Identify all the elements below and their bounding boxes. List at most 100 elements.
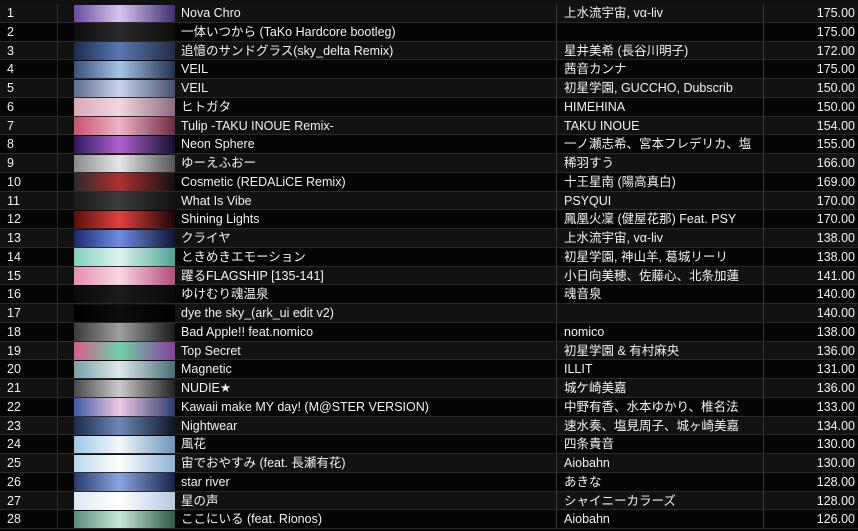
track-number: 17 — [0, 304, 58, 322]
track-bpm: 141.00 — [816, 268, 855, 283]
table-row[interactable]: 22 Kawaii make MY day! (M@STER VERSION) 中野… — [0, 397, 858, 417]
album-art-image — [74, 229, 175, 247]
table-row[interactable]: 5 VEIL 初星学園, GUCCHO, Dubscrib 150.00 — [0, 79, 858, 98]
table-row[interactable]: 11 What Is Vibe PSYQUI 170.00 — [0, 191, 858, 211]
track-number: 25 — [0, 454, 58, 472]
track-title: Tulip -TAKU INOUE Remix- — [181, 118, 334, 133]
track-number: 6 — [0, 97, 58, 116]
album-art-image — [74, 192, 175, 210]
table-row[interactable]: 9 ゆーえふおー 稀羽すう 166.00 — [0, 154, 858, 173]
track-bpm: 133.00 — [816, 399, 855, 414]
track-bpm: 126.00 — [816, 512, 855, 527]
track-title: VEIL — [181, 62, 209, 77]
track-bpm: 175.00 — [816, 6, 855, 20]
track-bpm: 138.00 — [816, 324, 855, 339]
table-row[interactable]: 28 ここにいる (feat. Rionos) Aiobahn 126.00 — [0, 510, 858, 529]
table-row[interactable]: 18 Bad Apple!! feat.nomico nomico 138.00 — [0, 322, 858, 342]
album-art-thumbnail — [74, 23, 175, 41]
track-number: 9 — [0, 154, 58, 172]
album-art-thumbnail — [74, 4, 175, 22]
table-row[interactable]: 27 星の声 シャイニーカラーズ 128.00 — [0, 491, 858, 511]
track-number: 15 — [0, 266, 58, 285]
track-title: Cosmetic (REDALiCE Remix) — [181, 174, 346, 189]
track-title: ときめきエモーション — [181, 249, 306, 264]
table-row[interactable]: 2 一体いつから (TaKo Hardcore bootleg) 175.00 — [0, 22, 858, 42]
table-row[interactable]: 16 ゆけむり魂温泉 魂音泉 140.00 — [0, 285, 858, 304]
track-title: Shining Lights — [181, 212, 260, 227]
track-artist: ILLIT — [564, 362, 593, 377]
column-divider — [556, 416, 557, 435]
track-bpm: 138.00 — [816, 231, 855, 245]
table-row[interactable]: 19 Top Secret 初星学園 & 有村麻央 136.00 — [0, 341, 858, 361]
album-art-image — [74, 379, 175, 397]
column-divider — [556, 397, 557, 416]
track-title: Nova Chro — [181, 6, 241, 20]
track-bpm: 169.00 — [816, 174, 855, 189]
track-bpm: 138.00 — [816, 249, 855, 264]
album-art-thumbnail — [74, 98, 175, 116]
track-artist: TAKU INOUE — [564, 118, 640, 133]
track-artist: 速水奏、塩見周子、城ヶ崎美嘉 — [564, 418, 740, 433]
track-artist: 星井美希 (長谷川明子) — [564, 43, 689, 58]
table-row[interactable]: 6 ヒトガタ HIMEHINA 150.00 — [0, 97, 858, 117]
table-row[interactable]: 8 Neon Sphere 一ノ瀬志希、宮本フレデリカ、塩 155.00 — [0, 135, 858, 154]
table-row[interactable]: 26 star river あきな 128.00 — [0, 472, 858, 492]
album-art-thumbnail — [74, 60, 175, 79]
album-art-image — [74, 79, 175, 97]
album-art-thumbnail — [74, 229, 175, 247]
track-number: 13 — [0, 229, 58, 247]
album-art-image — [74, 304, 175, 322]
table-row[interactable]: 3 追憶のサンドグラス(sky_delta Remix) 星井美希 (長谷川明子) 1… — [0, 41, 858, 61]
track-bpm: 130.00 — [816, 437, 855, 452]
column-divider — [556, 191, 557, 210]
album-art-image — [74, 98, 175, 116]
album-art-thumbnail — [74, 510, 175, 529]
table-row[interactable]: 21 NUDIE★ 城ケ崎美嘉 136.00 — [0, 379, 858, 398]
track-artist: シャイニーカラーズ — [564, 493, 676, 508]
column-divider — [556, 304, 557, 322]
album-art-image — [74, 42, 175, 60]
track-number: 1 — [0, 4, 58, 22]
table-row[interactable]: 4 VEIL 茜音カンナ 175.00 — [0, 60, 858, 79]
track-artist: Aiobahn — [564, 456, 610, 470]
column-divider — [556, 4, 557, 22]
album-art-image — [74, 398, 175, 416]
table-row[interactable]: 13 クライヤ 上水流宇宙, vα-liv 138.00 — [0, 229, 858, 248]
album-art-thumbnail — [74, 154, 175, 172]
track-number: 26 — [0, 472, 58, 491]
album-art-image — [74, 435, 175, 454]
album-art-thumbnail — [74, 473, 175, 491]
table-row[interactable]: 17 dye the sky_(ark_ui edit v2) 140.00 — [0, 304, 858, 323]
column-divider — [556, 266, 557, 285]
track-title: What Is Vibe — [181, 193, 252, 208]
track-title: 風花 — [181, 437, 207, 452]
table-row[interactable]: 23 Nightwear 速水奏、塩見周子、城ヶ崎美嘉 134.00 — [0, 416, 858, 436]
track-artist: 稀羽すう — [564, 156, 615, 170]
table-row[interactable]: 12 Shining Lights 鳳凰火凜 (健屋花那) Feat. PSY 170… — [0, 210, 858, 229]
album-art-thumbnail — [74, 435, 175, 454]
table-row[interactable]: 14 ときめきエモーション 初星学園, 神山羊, 葛城リーリ 138.00 — [0, 247, 858, 267]
table-row[interactable]: 25 宙でおやすみ (feat. 長瀬有花) Aiobahn 130.00 — [0, 454, 858, 473]
track-table: 1 Nova Chro 上水流宇宙, vα-liv 175.00 2 一体いつから (Ta… — [0, 0, 858, 531]
table-row[interactable]: 20 Magnetic ILLIT 131.00 — [0, 360, 858, 379]
album-art-thumbnail — [74, 192, 175, 210]
column-divider — [556, 79, 557, 97]
table-row[interactable]: 24 風花 四条貴音 130.00 — [0, 435, 858, 454]
album-art-image — [74, 473, 175, 491]
track-number: 19 — [0, 341, 58, 360]
column-divider — [556, 491, 557, 510]
album-art-image — [74, 154, 175, 172]
table-row[interactable]: 10 Cosmetic (REDALiCE Remix) 十王星南 (陽高真白) 16… — [0, 172, 858, 192]
column-divider — [556, 154, 557, 172]
album-art-image — [74, 510, 175, 529]
album-art-image — [74, 135, 175, 154]
column-divider — [556, 360, 557, 378]
album-art-thumbnail — [74, 285, 175, 304]
table-row[interactable]: 7 Tulip -TAKU INOUE Remix- TAKU INOUE 154.0… — [0, 116, 858, 136]
column-divider — [556, 22, 557, 41]
table-row[interactable]: 1 Nova Chro 上水流宇宙, vα-liv 175.00 — [0, 4, 858, 23]
track-bpm: 140.00 — [816, 287, 855, 302]
album-art-image — [74, 210, 175, 229]
track-artist: 茜音カンナ — [564, 62, 627, 77]
table-row[interactable]: 15 躍るFLAGSHIP [135-141] 小日向美穂、佐藤心、北条加蓮 141.… — [0, 266, 858, 286]
